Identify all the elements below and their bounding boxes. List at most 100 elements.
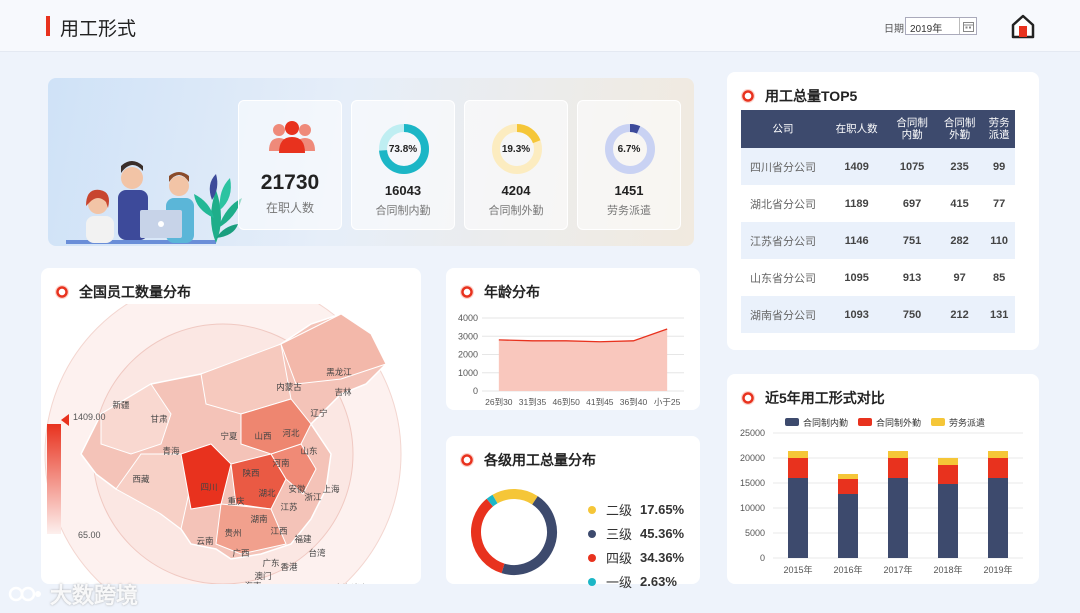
table-header-cell: 公司 <box>741 110 825 148</box>
map-card: 全国员工数量分布 黑龙江 吉林 辽宁 内蒙古 新疆 甘肃 宁夏 青海 西藏 四川 陕西 山西 河北 山东河… <box>41 268 421 584</box>
map-region-label: 河北 <box>282 428 300 438</box>
page-header: 用工形式 日期 2019年 <box>0 0 1080 52</box>
y-tick-label: 1000 <box>458 368 478 378</box>
team-illustration <box>66 161 242 244</box>
table-cell: 212 <box>935 296 984 333</box>
x-tick-label: 2017年 <box>883 564 912 575</box>
bar-segment[interactable] <box>988 458 1008 478</box>
x-tick-label: 2016年 <box>833 564 862 575</box>
map-region-label: 香港 <box>280 562 298 572</box>
table-cell: 99 <box>983 148 1015 185</box>
table-cell: 110 <box>983 222 1015 259</box>
stat-card-1: 19.3% 4204 合同制外勤 <box>464 100 568 230</box>
total-employees-label: 在职人数 <box>265 201 314 215</box>
levels-legend-item: 二级 17.65% <box>588 500 684 519</box>
x-tick-label: 31到35 <box>519 397 547 407</box>
table-cell: 131 <box>983 296 1015 333</box>
map-region-label: 重庆 <box>227 496 245 506</box>
levels-legend-item: 三级 45.36% <box>588 524 684 543</box>
ring-pct: 73.8% <box>388 144 418 155</box>
levels-legend-item: 四级 34.36% <box>588 548 684 567</box>
table-header-cell: 在职人数 <box>825 110 889 148</box>
date-value: 2019年 <box>910 24 943 35</box>
table-cell: 湖北省分公司 <box>750 198 816 211</box>
table-row[interactable]: 江苏省分公司 1146 751 282 110 <box>741 222 1015 259</box>
bar-segment[interactable] <box>988 478 1008 558</box>
levels-donut-chart <box>471 489 557 575</box>
levels-legend-item: 一级 2.63% <box>588 572 677 591</box>
table-row[interactable]: 山东省分公司 1095 913 97 85 <box>741 259 1015 296</box>
bar-segment[interactable] <box>888 458 908 478</box>
age-area-chart: 0 1000 2000 3000 4000 26到30 31到35 46到50 41到45 36到… <box>458 313 684 407</box>
bar-segment[interactable] <box>988 451 1008 458</box>
map-region-label: 南海诸岛 <box>334 583 368 584</box>
stat-card-0: 73.8% 16043 合同制内勤 <box>351 100 455 230</box>
trend-bar-chart: 0 5000 10000 15000 20000 25000 2015年 2016年 2017年… <box>740 428 1023 575</box>
title-dot-icon <box>55 285 69 299</box>
table-cell: 江苏省分公司 <box>741 222 825 259</box>
table-row[interactable]: 四川省分公司 1409 1075 235 99 <box>741 148 1015 185</box>
map-region-label: 上海 <box>322 484 340 494</box>
bar-segment[interactable] <box>888 478 908 558</box>
map-region-label: 湖南 <box>250 514 267 524</box>
bar-segment[interactable] <box>888 451 908 458</box>
home-icon[interactable] <box>1010 13 1036 39</box>
bar-segment[interactable] <box>938 458 958 465</box>
table-cell: 1189 <box>844 197 869 210</box>
map-region-label: 宁夏 <box>220 431 238 441</box>
ring-pct: 19.3% <box>501 144 531 155</box>
stat-value: 4204 <box>501 183 531 198</box>
bar-segment[interactable] <box>838 479 858 494</box>
table-cell: 913 <box>902 271 922 284</box>
y-tick-label: 2000 <box>458 350 478 360</box>
bar-segment[interactable] <box>938 484 958 558</box>
donut-slice[interactable] <box>486 494 498 507</box>
table-cell: 85 <box>993 271 1006 284</box>
bar-segment[interactable] <box>938 465 958 484</box>
map-region-label: 福建 <box>294 534 312 544</box>
y-tick-label: 10000 <box>740 503 765 513</box>
stat-value: 16043 <box>384 183 422 198</box>
age-card: 年龄分布 0 1000 2000 3000 4000 26到30 31到35 46到50 41到… <box>446 268 700 410</box>
map-title: 全国员工数量分布 <box>55 282 191 302</box>
map-region-label: 山东 <box>300 446 317 456</box>
y-tick-label: 5000 <box>745 528 765 538</box>
table-header-cell: 合同制 内勤 <box>888 110 936 148</box>
map-region-label: 吉林 <box>334 387 352 397</box>
x-tick-label: 26到30 <box>485 397 513 407</box>
table-row[interactable]: 湖南省分公司 1093 750 212 131 <box>741 296 1015 333</box>
y-tick-label: 0 <box>760 553 765 563</box>
table-cell: 1093 <box>825 296 889 333</box>
table-cell: 415 <box>950 197 969 210</box>
ring-pct: 6.7% <box>617 144 641 155</box>
donut-slice[interactable] <box>492 489 538 505</box>
people-icon <box>267 119 317 160</box>
bar-segment[interactable] <box>788 451 808 458</box>
y-tick-label: 25000 <box>740 428 765 438</box>
donut-slice[interactable] <box>471 498 505 574</box>
bar-segment[interactable] <box>788 478 808 558</box>
map-region-label: 青海 <box>162 446 180 456</box>
bar-segment[interactable] <box>838 474 858 479</box>
map-region-label: 湖北 <box>258 488 276 498</box>
scale-min: 65.00 <box>78 530 101 540</box>
map-region-label: 云南 <box>196 536 213 546</box>
x-tick-label: 小于25 <box>654 397 681 407</box>
map-region-label: 台湾 <box>308 548 326 558</box>
bar-segment[interactable] <box>838 494 858 558</box>
date-picker[interactable]: 2019年 <box>905 17 977 35</box>
donut-slice[interactable] <box>501 496 557 575</box>
table-cell: 750 <box>888 296 936 333</box>
table-cell: 1075 <box>888 148 936 185</box>
map-region-label: 浙江 <box>304 492 322 502</box>
table-row[interactable]: 湖北省分公司 1189 697 415 77 <box>741 185 1015 222</box>
trend-card: 近5年用工形式对比 合同制内勤 合同制外勤 劳务派遣 0 5000 10000 15000… <box>727 374 1039 584</box>
map-region-label: 海南 <box>244 581 261 584</box>
bar-segment[interactable] <box>788 458 808 478</box>
y-tick-label: 15000 <box>740 478 765 488</box>
map-region-label: 陕西 <box>242 468 259 478</box>
map-region-label: 甘肃 <box>150 414 168 424</box>
stat-card-2: 6.7% 1451 劳务派遣 <box>577 100 681 230</box>
map-region-label: 江苏 <box>280 502 298 512</box>
calendar-icon[interactable] <box>959 18 976 34</box>
